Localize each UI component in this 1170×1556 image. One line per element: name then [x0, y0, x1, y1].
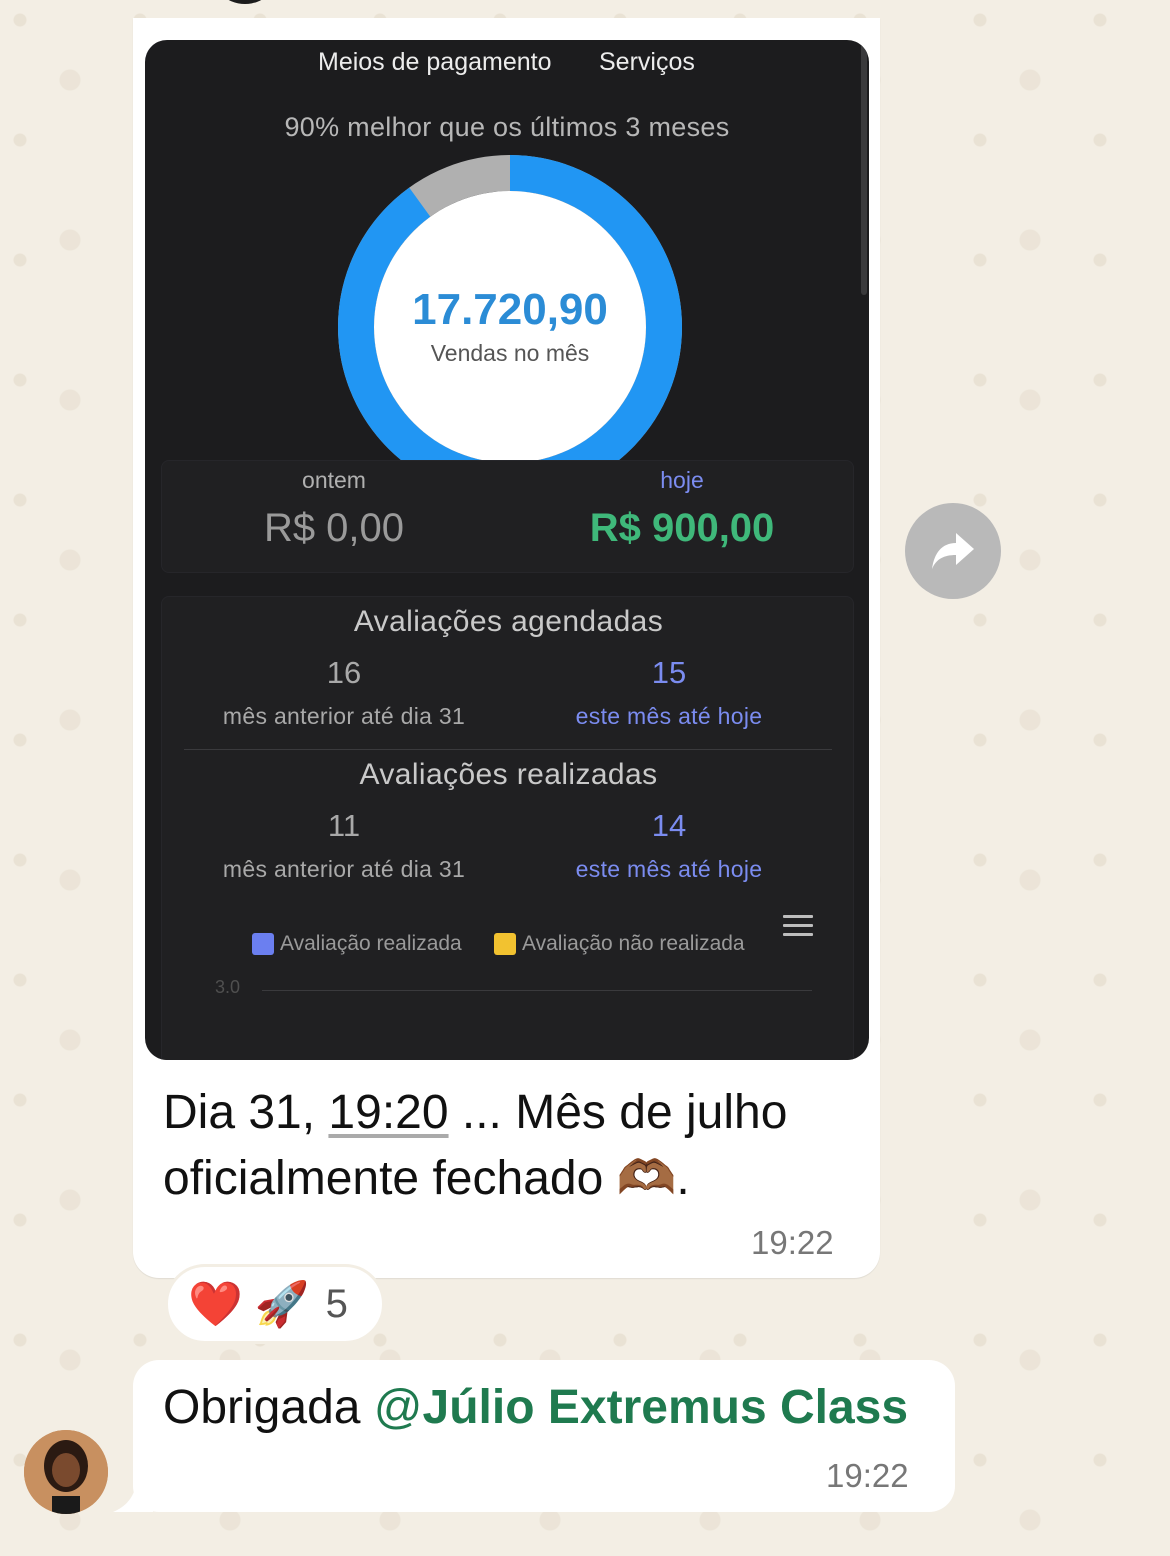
- donut-center: 17.720,90 Vendas no mês: [338, 155, 682, 499]
- evaluations-panel: Avaliações agendadas 16 mês anterior até…: [161, 596, 854, 1060]
- legend-label-not-performed: Avaliação não realizada: [522, 932, 745, 955]
- message-bubble-text[interactable]: Obrigada @Júlio Extremus Class 19:22: [133, 1360, 955, 1512]
- performed-current-value: 14: [651, 808, 687, 843]
- scheduled-previous-desc: mês anterior até dia 31: [222, 703, 466, 729]
- daily-sales-panel: ontem R$ 0,00 hoje R$ 900,00: [161, 460, 854, 573]
- forward-button[interactable]: [905, 503, 1001, 599]
- message-timestamp: 19:22: [751, 1224, 834, 1261]
- scheduled-current: 15 este mês até hoje: [509, 655, 829, 730]
- chart-gridline: [262, 990, 812, 991]
- monthly-sales-value: 17.720,90: [412, 285, 608, 334]
- scheduled-evaluations-title: Avaliações agendadas: [353, 605, 664, 638]
- tab-services: Serviços: [599, 48, 695, 76]
- monthly-sales-label: Vendas no mês: [430, 340, 590, 366]
- scheduled-current-value: 15: [651, 655, 687, 690]
- scheduled-previous: 16 mês anterior até dia 31: [184, 655, 504, 730]
- avatar-image: [24, 1430, 108, 1514]
- message-bubble-image[interactable]: Meios de pagamento Serviços 90% melhor q…: [133, 18, 880, 1278]
- reaction-rocket: 🚀: [254, 1280, 310, 1329]
- message-timestamp: 19:22: [826, 1457, 909, 1494]
- tab-payment-methods: Meios de pagamento: [318, 48, 552, 76]
- performed-current-desc: este mês até hoje: [575, 856, 763, 882]
- yesterday-label: ontem: [302, 467, 366, 493]
- caption-prefix: Dia 31,: [163, 1086, 329, 1139]
- legend-label-performed: Avaliação realizada: [280, 932, 462, 955]
- section-divider: [184, 749, 832, 750]
- performed-previous-desc: mês anterior até dia 31: [222, 856, 466, 882]
- sender-avatar[interactable]: [24, 1430, 108, 1514]
- reaction-count: 5: [325, 1281, 348, 1326]
- message-text-body: Obrigada: [163, 1381, 374, 1434]
- today-sales: hoje R$ 900,00: [532, 461, 832, 551]
- forward-arrow-icon: [932, 533, 974, 569]
- yesterday-sales: ontem R$ 0,00: [184, 461, 484, 551]
- caption-time-link[interactable]: 19:20: [328, 1086, 448, 1139]
- sender-avatar-partial: [210, 0, 280, 4]
- legend-swatch-performed: [252, 933, 274, 955]
- comparison-text: 90% melhor que os últimos 3 meses: [284, 112, 730, 142]
- y-axis-tick: 3.0: [215, 977, 241, 997]
- yesterday-value: R$ 0,00: [263, 506, 405, 550]
- today-value: R$ 900,00: [589, 506, 775, 550]
- chart-legend: Avaliação realizada Avaliação não realiz…: [252, 932, 812, 962]
- performed-previous: 11 mês anterior até dia 31: [184, 808, 504, 883]
- performed-previous-value: 11: [327, 808, 361, 843]
- legend-item-not-performed: Avaliação não realizada: [494, 932, 745, 956]
- sales-donut-chart: 17.720,90 Vendas no mês: [338, 155, 682, 499]
- scheduled-current-desc: este mês até hoje: [575, 703, 763, 729]
- legend-item-performed: Avaliação realizada: [252, 932, 462, 956]
- legend-swatch-not-performed: [494, 933, 516, 955]
- mention-link[interactable]: Júlio Extremus Class: [423, 1381, 909, 1434]
- reactions-bar[interactable]: ❤️ 🚀 5: [165, 1264, 385, 1344]
- mention-at-sign: @: [373, 1381, 423, 1434]
- reaction-heart: ❤️: [188, 1280, 243, 1329]
- performed-evaluations-title: Avaliações realizadas: [359, 758, 658, 791]
- today-label: hoje: [660, 467, 704, 493]
- scheduled-previous-value: 16: [326, 655, 362, 690]
- message-text: Obrigada @Júlio Extremus Class: [163, 1380, 908, 1435]
- screenshot-nav-tabs: Meios de pagamento Serviços: [145, 40, 869, 86]
- message-caption: Dia 31, 19:20 ... Mês de julho oficialme…: [163, 1080, 863, 1212]
- performed-current: 14 este mês até hoje: [509, 808, 829, 883]
- shared-screenshot-image[interactable]: Meios de pagamento Serviços 90% melhor q…: [145, 40, 869, 1060]
